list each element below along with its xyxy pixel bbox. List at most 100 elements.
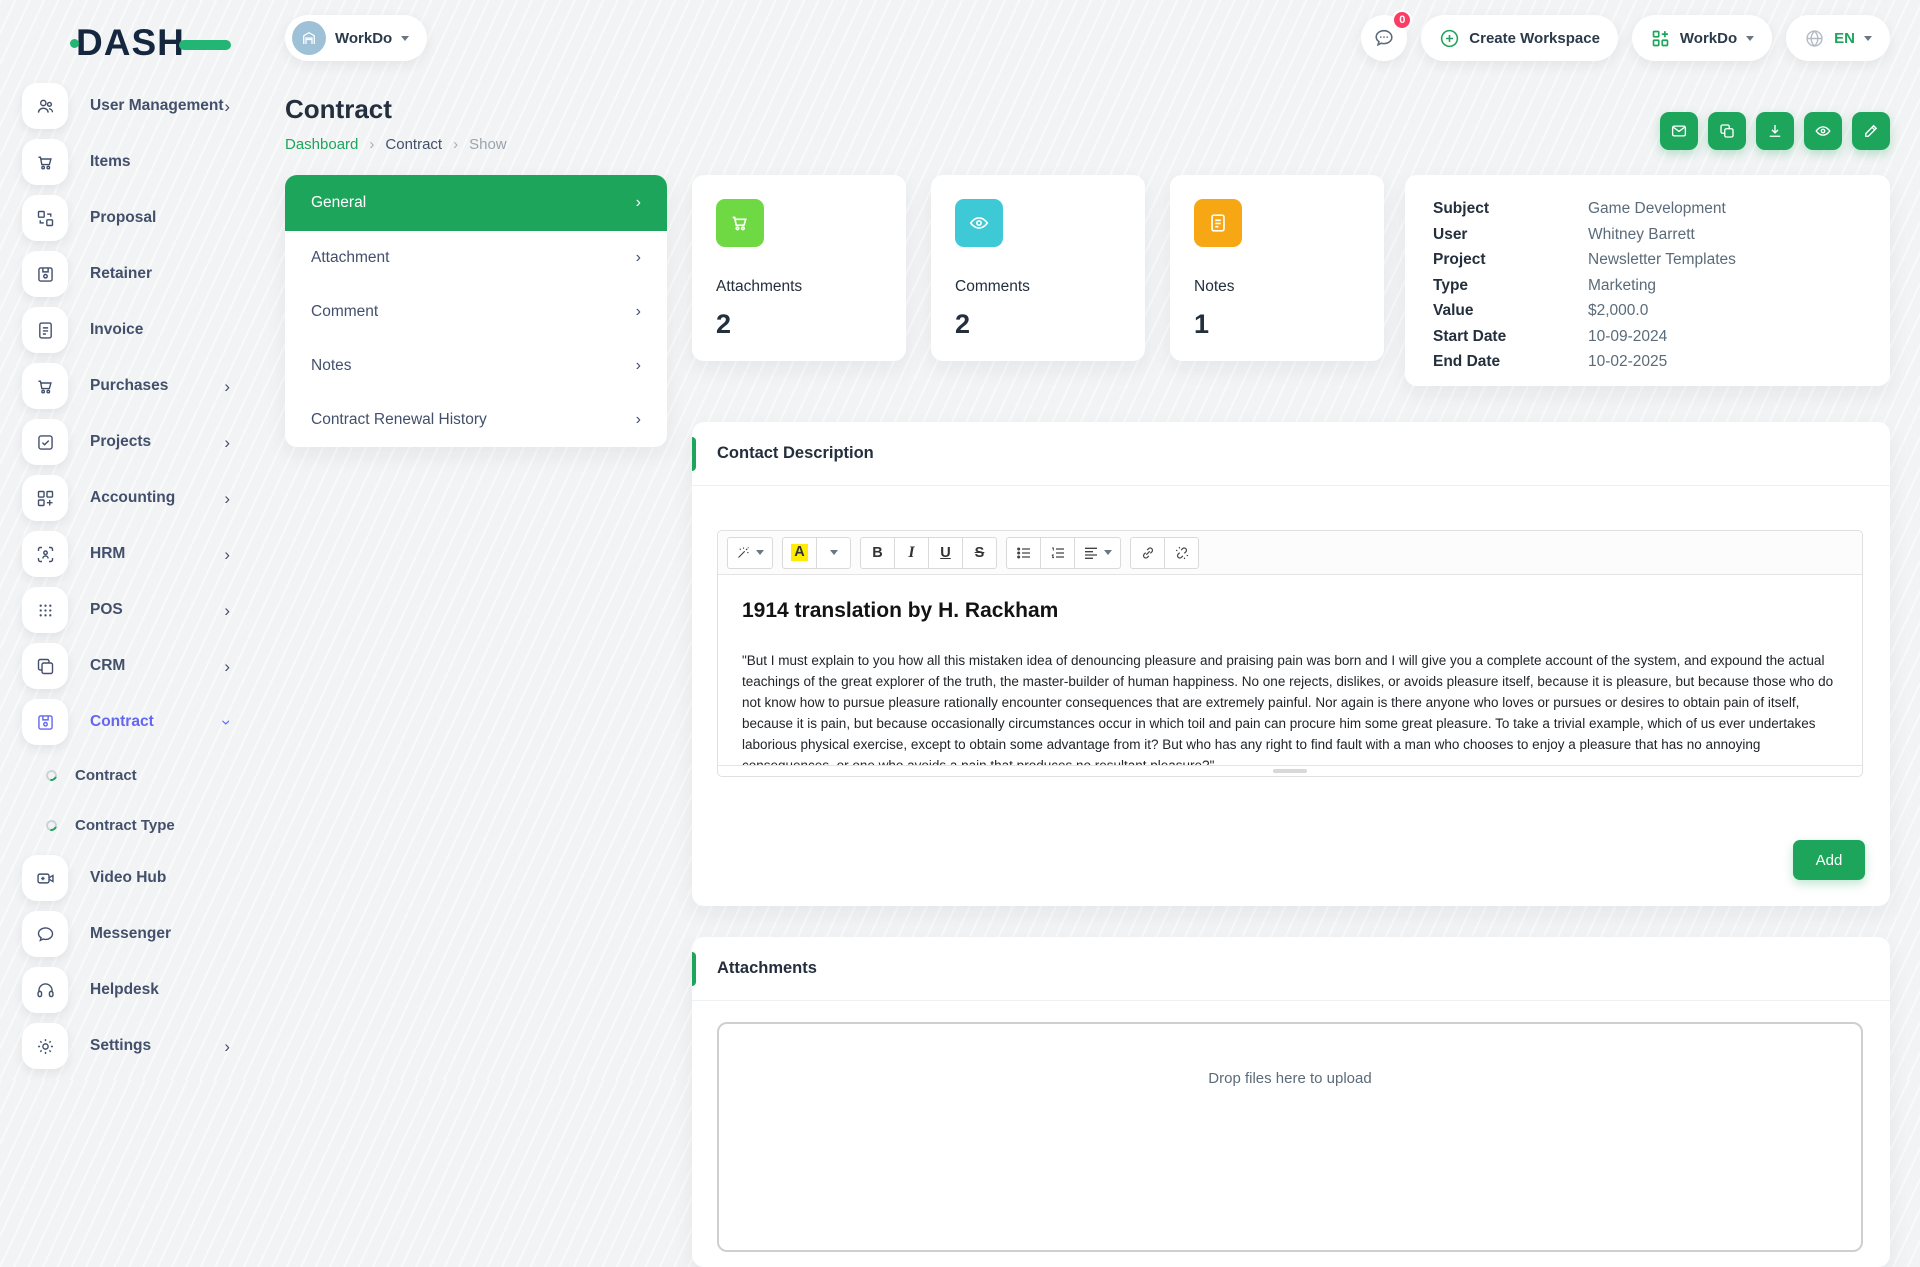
- sidebar-item-purchases[interactable]: Purchases ›: [0, 358, 276, 414]
- editor-toolbar: A B I U S: [718, 531, 1862, 575]
- chevron-right-icon: ›: [635, 411, 641, 428]
- chevron-down-icon: [829, 550, 838, 555]
- font-color-dropdown[interactable]: [816, 536, 851, 569]
- chevron-right-icon: ›: [224, 376, 230, 396]
- invoice-icon: [22, 307, 68, 353]
- chevron-right-icon: ›: [635, 194, 641, 211]
- editor-resize-bar[interactable]: [718, 765, 1862, 776]
- sidebar-item-proposal[interactable]: Proposal: [0, 190, 276, 246]
- chevron-right-icon: ›: [369, 136, 375, 153]
- file-dropzone[interactable]: Drop files here to upload: [717, 1022, 1863, 1252]
- globe-icon: [1806, 29, 1823, 47]
- chevron-right-icon: ›: [224, 600, 230, 620]
- download-button[interactable]: [1756, 112, 1794, 150]
- paragraph-align-button[interactable]: [1074, 536, 1121, 569]
- send-mail-button[interactable]: [1660, 112, 1698, 150]
- video-icon: [22, 855, 68, 901]
- edit-icon: [1865, 124, 1878, 137]
- chat-icon: [1375, 29, 1393, 47]
- sidebar-item-helpdesk[interactable]: Helpdesk: [0, 962, 276, 1018]
- mail-icon: [1671, 125, 1687, 137]
- workspace-selector[interactable]: WorkDo: [285, 15, 428, 61]
- detail-row: End Date 10-02-2025: [1433, 353, 1668, 370]
- messages-button[interactable]: 0: [1361, 10, 1413, 61]
- add-button[interactable]: Add: [1793, 840, 1865, 880]
- preview-button[interactable]: [1804, 112, 1842, 150]
- sidebar-item-accounting[interactable]: Accounting ›: [0, 470, 276, 526]
- stat-card-comments: Comments 2: [931, 175, 1145, 361]
- page-actions: [1660, 112, 1890, 150]
- contact-description-card: Contact Description A B I U S 1914 trans…: [692, 422, 1890, 906]
- detail-row: Value $2,000.0: [1433, 302, 1649, 319]
- detail-row: Project Newsletter Templates: [1433, 251, 1736, 268]
- grid-icon: [1652, 30, 1669, 46]
- breadcrumb-dashboard[interactable]: Dashboard: [285, 136, 358, 153]
- sidebar-item-crm[interactable]: CRM ›: [0, 638, 276, 694]
- tab-contract-renewal-history[interactable]: Contract Renewal History ›: [285, 393, 667, 447]
- detail-row: Subject Game Development: [1433, 200, 1726, 217]
- editor-content[interactable]: 1914 translation by H. Rackham "But I mu…: [718, 575, 1862, 765]
- sidebar-item-invoice[interactable]: Invoice: [0, 302, 276, 358]
- magic-style-button[interactable]: [727, 536, 773, 569]
- italic-icon: I: [908, 543, 915, 561]
- proposal-icon: [22, 195, 68, 241]
- tab-attachment[interactable]: Attachment ›: [285, 231, 667, 285]
- sidebar-item-retainer[interactable]: Retainer: [0, 246, 276, 302]
- sidebar-item-hrm[interactable]: HRM ›: [0, 526, 276, 582]
- sidebar-subitem-contract-type[interactable]: Contract Type: [0, 800, 276, 850]
- link-icon: [1142, 546, 1153, 559]
- language-selector[interactable]: EN: [1786, 15, 1890, 61]
- bold-button[interactable]: B: [860, 536, 895, 569]
- underline-button[interactable]: U: [928, 536, 963, 569]
- plus-circle-icon: [1441, 29, 1459, 47]
- messages-badge: 0: [1392, 10, 1413, 30]
- ordered-list-button[interactable]: [1040, 536, 1075, 569]
- sidebar-subitem-contract[interactable]: Contract: [0, 750, 276, 800]
- unordered-list-button[interactable]: [1006, 536, 1041, 569]
- sidebar-item-settings[interactable]: Settings ›: [0, 1018, 276, 1074]
- unordered-list-icon: [1016, 546, 1030, 559]
- workdo-label: WorkDo: [1679, 29, 1738, 47]
- sidebar-item-projects[interactable]: Projects ›: [0, 414, 276, 470]
- tab-general[interactable]: General ›: [285, 175, 667, 231]
- progress-ring-icon: [43, 817, 60, 833]
- sidebar-item-video-hub[interactable]: Video Hub: [0, 850, 276, 906]
- workspace-switcher[interactable]: WorkDo: [1631, 15, 1773, 61]
- sidebar-item-user-management[interactable]: User Management ›: [0, 78, 276, 134]
- logo-dot: [70, 39, 79, 48]
- sidebar-item-items[interactable]: Items: [0, 134, 276, 190]
- create-workspace-label: Create Workspace: [1469, 29, 1600, 47]
- detail-row: Type Marketing: [1433, 276, 1657, 294]
- sidebar: User Management › Items Proposal Retaine…: [0, 78, 276, 1074]
- breadcrumb-contract[interactable]: Contract: [385, 136, 442, 153]
- font-color-button[interactable]: A: [782, 536, 817, 569]
- sidebar-item-contract[interactable]: Contract ›: [0, 694, 276, 750]
- chevron-right-icon: ›: [224, 488, 230, 508]
- note-icon: [1194, 199, 1242, 247]
- eye-icon: [955, 199, 1003, 247]
- chevron-right-icon: ›: [224, 96, 230, 116]
- duplicate-button[interactable]: [1708, 112, 1746, 150]
- sidebar-item-pos[interactable]: POS ›: [0, 582, 276, 638]
- chevron-right-icon: ›: [224, 432, 230, 452]
- page-title: Contract: [285, 94, 392, 124]
- section-title: Attachments: [692, 937, 1890, 1001]
- breadcrumb-show: Show: [469, 136, 507, 153]
- tab-notes[interactable]: Notes ›: [285, 339, 667, 393]
- detail-row: User Whitney Barrett: [1433, 225, 1695, 243]
- edit-button[interactable]: [1852, 112, 1890, 150]
- paragraph-align-icon: [1085, 547, 1097, 559]
- create-workspace-button[interactable]: Create Workspace: [1421, 15, 1618, 61]
- sidebar-item-messenger[interactable]: Messenger: [0, 906, 276, 962]
- logo-text: DASH: [76, 22, 185, 63]
- italic-button[interactable]: I: [894, 536, 929, 569]
- check-square-icon: [22, 419, 68, 465]
- stat-label: Attachments: [716, 278, 803, 295]
- tab-comment[interactable]: Comment ›: [285, 285, 667, 339]
- editor-paragraph: "But I must explain to you how all this …: [742, 653, 1834, 765]
- insert-link-button[interactable]: [1130, 536, 1165, 569]
- chevron-right-icon: ›: [224, 1036, 230, 1056]
- eye-icon: [1815, 126, 1831, 136]
- strikethrough-button[interactable]: S: [962, 536, 997, 569]
- unlink-button[interactable]: [1164, 536, 1199, 569]
